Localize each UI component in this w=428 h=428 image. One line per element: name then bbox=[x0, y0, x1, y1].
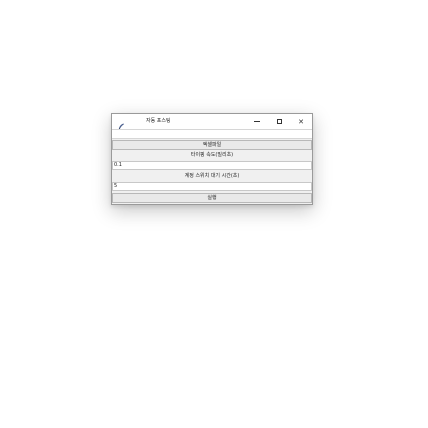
run-button[interactable]: 실행 bbox=[112, 193, 312, 203]
account-switch-delay-input[interactable]: 5 bbox=[112, 182, 312, 191]
auto-posting-window: 자동 포스팅 ✕ 엑셀파일 타이핑 속도(밀리초) 0.1 계정 스위치 대기 … bbox=[111, 113, 313, 205]
maximize-icon bbox=[276, 119, 282, 124]
feather-icon bbox=[117, 117, 125, 132]
file-path-field[interactable] bbox=[112, 129, 312, 139]
maximize-button[interactable] bbox=[268, 114, 290, 129]
account-switch-delay-label: 계정 스위치 대기 시간(초) bbox=[184, 173, 240, 179]
typing-speed-input[interactable]: 0.1 bbox=[112, 161, 312, 170]
excel-file-button[interactable]: 엑셀파일 bbox=[112, 140, 312, 150]
typing-speed-label: 타이핑 속도(밀리초) bbox=[190, 152, 234, 158]
title-bar[interactable]: 자동 포스팅 ✕ bbox=[112, 114, 312, 132]
desktop-background: 자동 포스팅 ✕ 엑셀파일 타이핑 속도(밀리초) 0.1 계정 스위치 대기 … bbox=[0, 0, 428, 428]
minimize-icon bbox=[254, 121, 260, 122]
close-button[interactable]: ✕ bbox=[290, 114, 312, 129]
minimize-button[interactable] bbox=[246, 114, 268, 129]
window-title: 자동 포스팅 bbox=[146, 118, 171, 124]
close-icon: ✕ bbox=[298, 117, 304, 126]
